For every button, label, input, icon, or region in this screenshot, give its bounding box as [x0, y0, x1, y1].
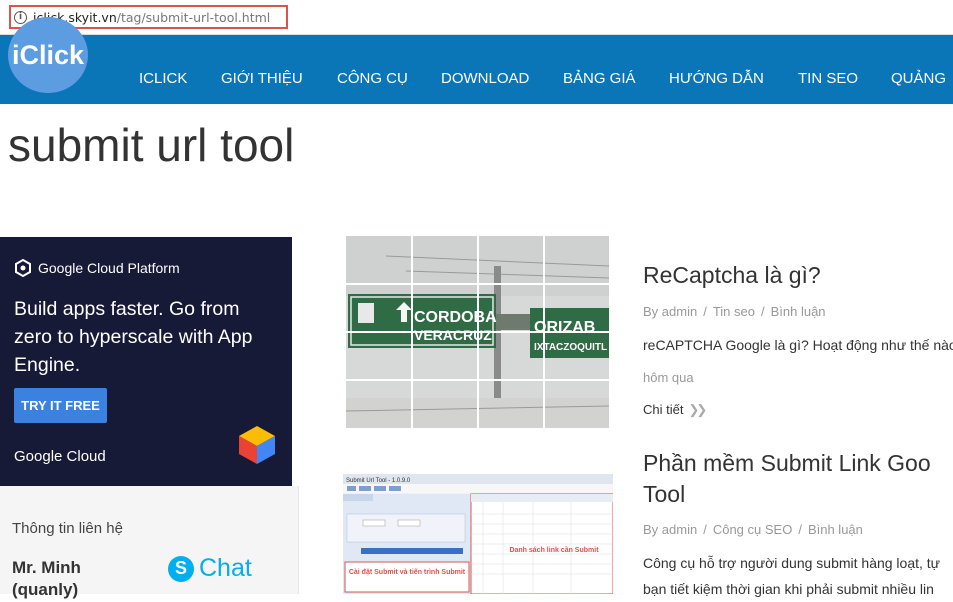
nav-bang-gia[interactable]: BẢNG GIÁ: [563, 70, 636, 87]
read-more-label: Chi tiết: [643, 402, 684, 417]
url-path: /tag/submit-url-tool.html: [116, 9, 271, 25]
google-cloud-hex-icon: [15, 259, 31, 277]
post-category[interactable]: Tin seo: [713, 304, 755, 319]
sign-cordoba: CORDOBA: [414, 309, 497, 326]
excerpt-line-2: bạn tiết kiệm thời gian khi phải submit …: [643, 581, 934, 597]
ad-brand: Google Cloud Platform: [14, 259, 180, 277]
contact-role: (quanly): [12, 580, 79, 599]
read-more-link[interactable]: Chi tiết ❯❯: [643, 402, 707, 418]
browser-address-bar: i iclick.skyit.vn/tag/submit-url-tool.ht…: [0, 0, 953, 35]
site-header: ICLICK GIỚI THIỆU CÔNG CỤ DOWNLOAD BẢNG …: [0, 35, 953, 104]
post-title-recaptcha[interactable]: ReCaptcha là gì?: [643, 260, 821, 291]
submit-url-tool-screenshot: Submit Url Tool - 1.0.9.0 Cài đặt Submit…: [343, 474, 613, 594]
post-meta-submit-link: By admin / Công cụ SEO / Bình luận: [643, 522, 863, 537]
ad-footer-brand: Google Cloud: [14, 448, 106, 465]
nav-download[interactable]: DOWNLOAD: [441, 70, 529, 87]
try-it-free-button[interactable]: TRY IT FREE: [14, 388, 107, 423]
post-comments[interactable]: Bình luận: [771, 304, 826, 319]
post-title-submit-link[interactable]: Phần mềm Submit Link Goo Tool: [643, 448, 931, 510]
tool-label-link-list: Danh sách link cần Submit: [509, 545, 599, 554]
skype-chat-label: Chat: [199, 554, 252, 582]
double-chevron-right-icon: ❯❯: [688, 402, 707, 417]
contact-title: Thông tin liên hệ: [12, 520, 123, 537]
sign-veracruz: VERACRUZ: [414, 327, 492, 343]
nav-gioi-thieu[interactable]: GIỚI THIỆU: [221, 70, 303, 87]
post-title-line-2: Tool: [643, 481, 686, 507]
contact-widget: Thông tin liên hệ Mr. Minh (quanly) S Ch…: [0, 486, 299, 599]
info-icon[interactable]: i: [14, 10, 27, 24]
nav-iclick[interactable]: ICLICK: [139, 70, 187, 87]
ad-brand-label: Google Cloud Platform: [38, 260, 180, 276]
tool-window-title: Submit Url Tool - 1.0.9.0: [346, 478, 411, 484]
excerpt-line-1: Công cụ hỗ trợ người dung submit hàng lo…: [643, 555, 941, 571]
ad-headline: Build apps faster. Go from zero to hyper…: [14, 298, 253, 376]
post-thumbnail-submit-url-tool[interactable]: Submit Url Tool - 1.0.9.0 Cài đặt Submit…: [343, 474, 613, 594]
recaptcha-street-sign-image: CORDOBA VERACRUZ ORIZAB IXTACZOQUITL: [346, 236, 609, 428]
nav-quang[interactable]: QUẢNG: [891, 70, 946, 87]
post-thumbnail-recaptcha[interactable]: CORDOBA VERACRUZ ORIZAB IXTACZOQUITL: [346, 236, 609, 428]
post-author[interactable]: By admin: [643, 304, 697, 319]
cube-icon: [239, 426, 275, 464]
contact-name: Mr. Minh: [12, 558, 81, 577]
nav-huong-dan[interactable]: HƯỚNG DẪN: [669, 70, 764, 87]
tool-label-settings: Cài đặt Submit và tiến trình Submit: [349, 568, 466, 576]
nav-cong-cu[interactable]: CÔNG CỤ: [337, 70, 408, 87]
nav-tin-seo[interactable]: TIN SEO: [798, 70, 858, 87]
site-logo[interactable]: iClick: [8, 17, 88, 93]
skype-icon: S: [168, 555, 194, 582]
post-category[interactable]: Công cụ SEO: [713, 522, 793, 537]
post-meta-recaptcha: By admin / Tin seo / Bình luận: [643, 304, 826, 319]
post-excerpt-submit-link: Công cụ hỗ trợ người dung submit hàng lo…: [643, 550, 940, 602]
google-cloud-ad[interactable]: Google Cloud Platform Build apps faster.…: [0, 237, 292, 486]
post-author[interactable]: By admin: [643, 522, 697, 537]
post-comments[interactable]: Bình luận: [808, 522, 863, 537]
skype-chat-button[interactable]: S Chat: [168, 554, 252, 583]
post-date: hôm qua: [643, 370, 694, 385]
post-title-line-1: Phần mềm Submit Link Goo: [643, 450, 931, 476]
post-excerpt-recaptcha: reCAPTCHA Google là gì? Hoạt động như th…: [643, 337, 953, 353]
page-title: submit url tool: [8, 119, 295, 171]
main-nav: ICLICK GIỚI THIỆU CÔNG CỤ DOWNLOAD BẢNG …: [0, 70, 953, 90]
